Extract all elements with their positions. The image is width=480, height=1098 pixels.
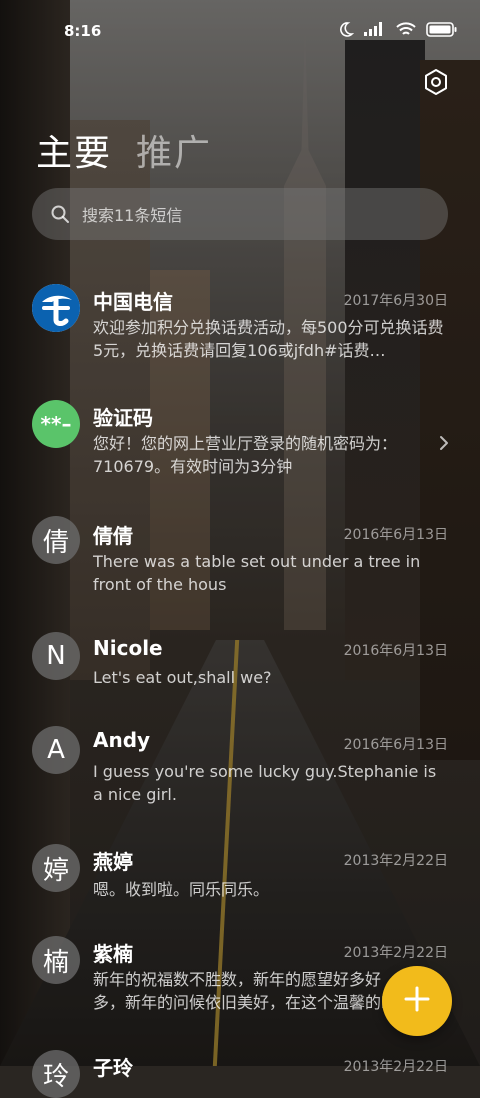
- conversation-preview: 您好！您的网上营业厅登录的随机密码为：710679。有效时间为3分钟: [93, 434, 398, 476]
- conversation-name: 紫楠: [93, 942, 133, 966]
- contact-avatar: 婷: [32, 844, 80, 892]
- status-time: 8:16: [64, 22, 102, 40]
- conversation-date: 2017年6月30日: [343, 293, 448, 309]
- category-tabs: 主要 推广: [36, 124, 212, 176]
- conversation-date: 2016年6月13日: [343, 737, 448, 753]
- telecom-logo-avatar: [32, 284, 80, 332]
- conversation-name: Andy: [93, 728, 151, 752]
- tab-promo[interactable]: 推广: [136, 124, 212, 176]
- status-bar: 8:16: [0, 0, 480, 60]
- conversation-name: Nicole: [93, 636, 163, 660]
- conversation-name: 燕婷: [93, 850, 133, 874]
- conversation-preview: 新年的祝福数不胜数，新年的愿望好多好多，新年的问候依旧美好，在这个温馨的时刻: [93, 970, 397, 1012]
- tab-main[interactable]: 主要: [36, 124, 112, 176]
- contact-avatar: N: [32, 632, 80, 680]
- conversation-name: 倩倩: [93, 524, 133, 548]
- conversation-preview: 嗯。收到啦。同乐同乐。: [93, 880, 270, 899]
- contact-avatar: 玲: [32, 1050, 80, 1098]
- chevron-right-icon[interactable]: [438, 434, 450, 452]
- verification-avatar: **–: [32, 400, 80, 448]
- wifi-icon: [396, 21, 416, 37]
- conversation-preview: I guess you're some lucky guy.Stephanie …: [93, 762, 437, 804]
- search-placeholder: 搜索11条短信: [82, 206, 183, 225]
- conversation-date: 2013年2月22日: [343, 1059, 448, 1075]
- battery-icon: [426, 21, 458, 37]
- signal-icon: [364, 22, 386, 36]
- plus-icon: [404, 986, 430, 1016]
- conversation-preview: 欢迎参加积分兑换话费活动，每500分可兑换话费5元，兑换话费请回复106或jfd…: [93, 318, 444, 360]
- conversation-date: 2016年6月13日: [343, 643, 448, 659]
- contact-avatar: A: [32, 726, 80, 774]
- new-message-button[interactable]: [382, 966, 452, 1036]
- conversation-date: 2013年2月22日: [343, 945, 448, 961]
- conversation-name: 子玲: [93, 1056, 133, 1080]
- conversation-name: 验证码: [93, 406, 153, 430]
- conversation-date: 2016年6月13日: [343, 527, 448, 543]
- contact-avatar: 倩: [32, 516, 80, 564]
- moon-icon: [338, 21, 354, 37]
- conversation-name: 中国电信: [93, 290, 173, 314]
- contact-avatar: 楠: [32, 936, 80, 984]
- settings-icon[interactable]: [421, 67, 451, 97]
- search-icon: [50, 204, 70, 224]
- conversation-date: 2013年2月22日: [343, 853, 448, 869]
- search-input[interactable]: 搜索11条短信: [32, 188, 448, 240]
- conversation-preview: There was a table set out under a tree i…: [93, 552, 421, 594]
- conversation-preview: Let's eat out,shall we?: [93, 668, 272, 687]
